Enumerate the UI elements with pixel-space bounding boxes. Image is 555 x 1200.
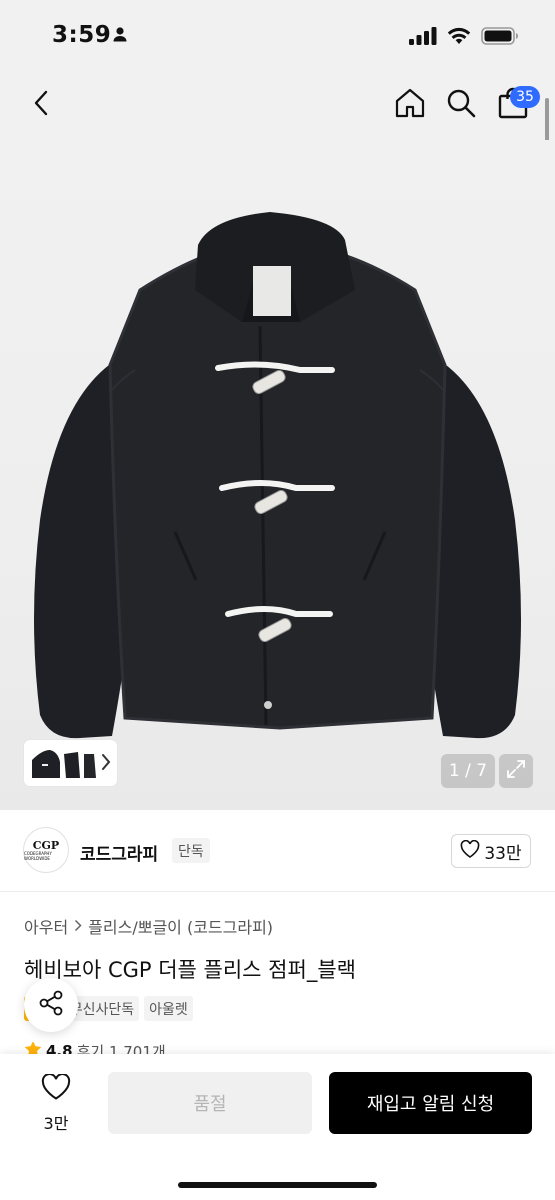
thumbnail-strip[interactable]	[24, 740, 117, 786]
person-icon	[112, 26, 128, 46]
image-counter: 1 / 7	[441, 754, 495, 788]
breadcrumb-category[interactable]: 아우터	[24, 914, 68, 938]
brand-like-button[interactable]: 33만	[451, 834, 531, 868]
chevron-left-icon	[33, 90, 49, 120]
search-icon	[446, 88, 476, 122]
cart-count-badge: 35	[510, 86, 540, 108]
breadcrumb-subcategory[interactable]: 플리스/뽀글이 (코드그라피)	[88, 914, 273, 938]
exclusive-badge: 단독	[172, 838, 210, 863]
product-image-gallery[interactable]: 1 / 7	[0, 140, 555, 810]
soldout-button: 품절	[108, 1072, 312, 1134]
search-button[interactable]	[443, 86, 479, 124]
brand-logo-subtext: CODEGRAPHY WORLDWIDE	[24, 850, 52, 861]
brand-like-count: 33만	[484, 843, 522, 864]
home-button[interactable]	[392, 86, 428, 124]
share-icon	[37, 989, 65, 1021]
cellular-signal-icon	[409, 27, 437, 49]
bottom-action-bar: 3만 품절 재입고 알림 신청	[0, 1054, 555, 1200]
brand-row: CGP CODEGRAPHY WORLDWIDE 코드그라피 단독 33만	[0, 810, 555, 892]
outlet-tag: 아울렛	[144, 996, 193, 1021]
fullscreen-button[interactable]	[499, 754, 533, 788]
wishlist-button[interactable]: 3만	[24, 1072, 88, 1136]
wifi-icon	[447, 27, 471, 49]
status-time: 3:59	[52, 22, 112, 48]
status-bar: 3:59	[0, 0, 555, 72]
home-icon	[394, 87, 426, 123]
brand-logo-text: CGP	[32, 838, 60, 852]
share-button[interactable]	[24, 978, 78, 1032]
breadcrumb: 아우터 플리스/뽀글이 (코드그라피)	[24, 914, 273, 938]
chevron-right-icon	[101, 753, 111, 775]
home-indicator	[178, 1182, 377, 1188]
chevron-right-icon	[74, 917, 82, 936]
wishlist-count: 3만	[43, 1114, 69, 1133]
brand-logo[interactable]: CGP CODEGRAPHY WORLDWIDE	[23, 827, 69, 873]
brand-name[interactable]: 코드그라피	[80, 840, 158, 865]
heart-icon	[41, 1073, 71, 1104]
thumbnail-image	[32, 750, 96, 778]
back-button[interactable]	[24, 86, 58, 124]
heart-icon	[460, 839, 480, 863]
product-title: 헤비보아 CGP 더플 플리스 점퍼_블랙	[24, 958, 356, 982]
expand-icon	[506, 759, 526, 783]
product-image-jacket	[34, 212, 521, 739]
restock-alert-button[interactable]: 재입고 알림 신청	[329, 1072, 532, 1134]
battery-icon	[481, 27, 519, 49]
